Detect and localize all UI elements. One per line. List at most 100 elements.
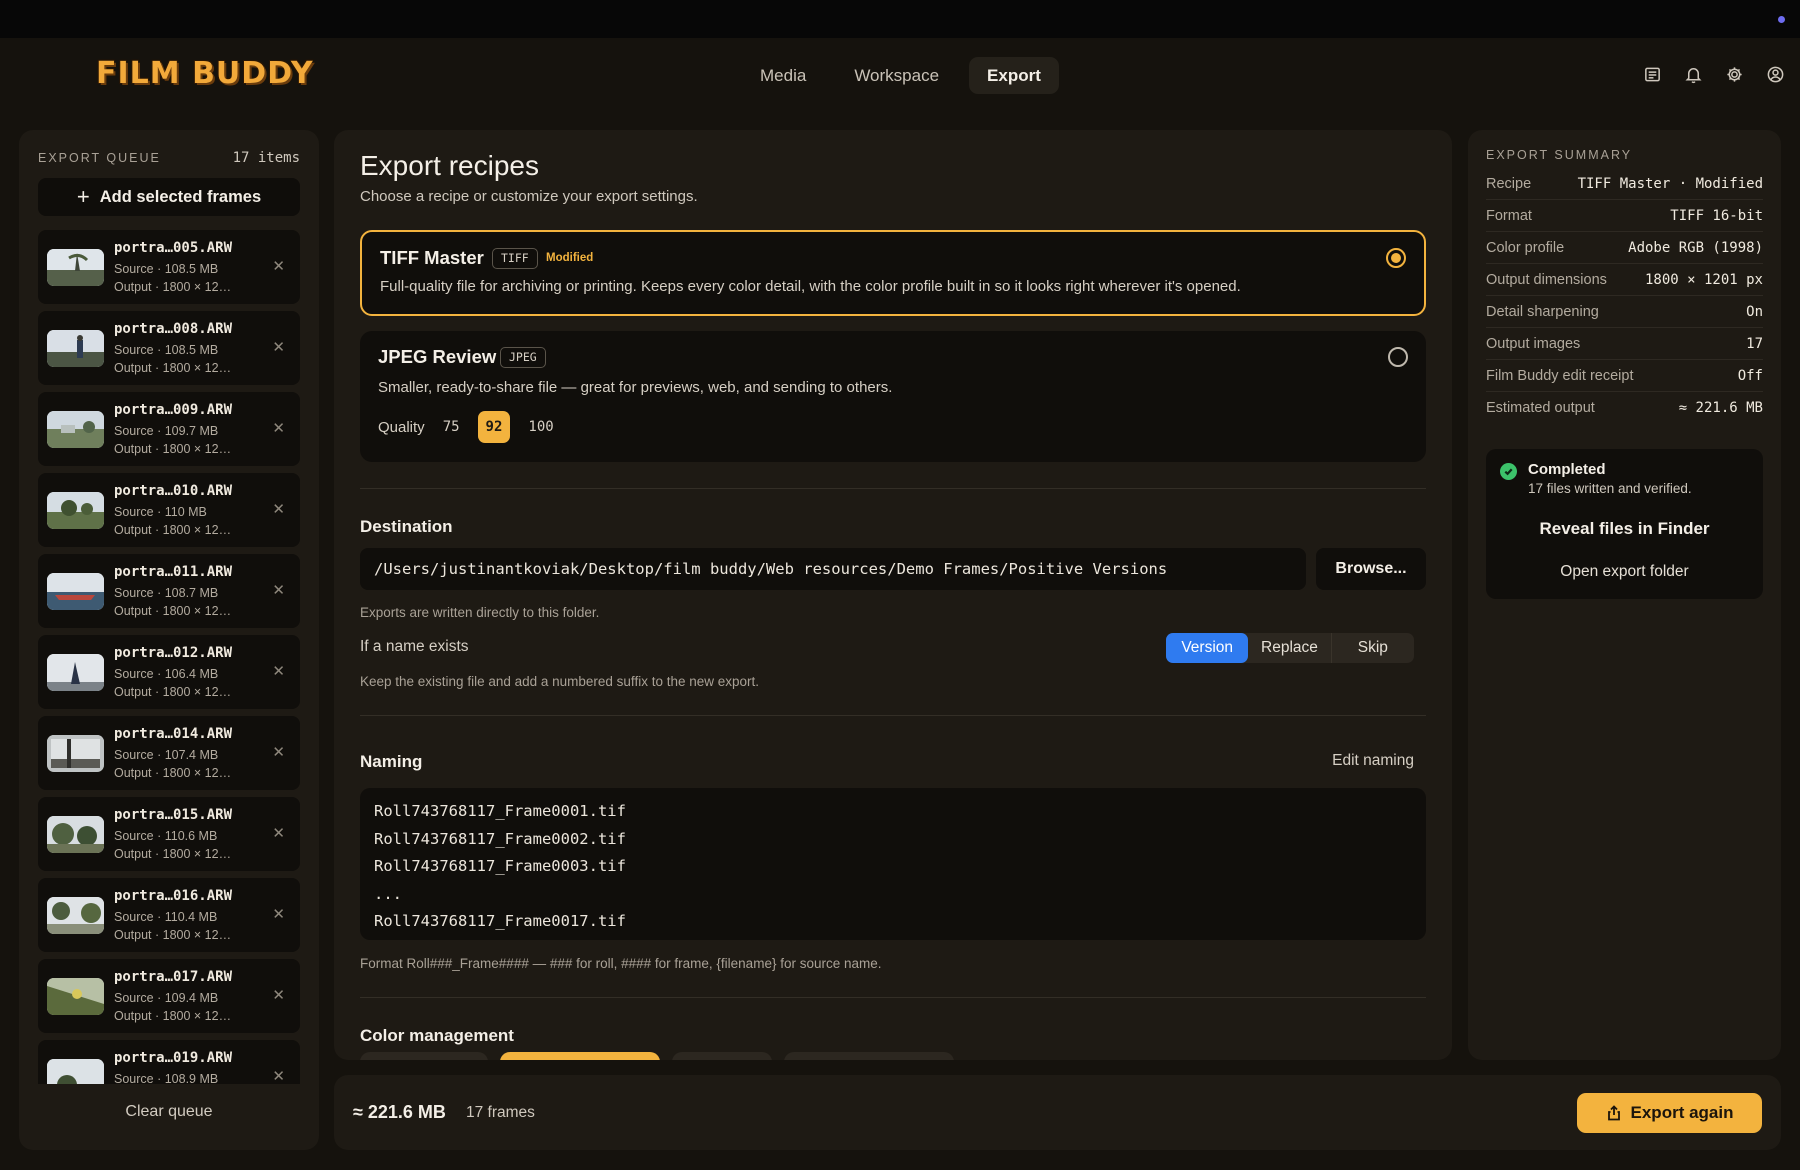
segment-skip[interactable]: Skip [1332, 633, 1414, 663]
list-item[interactable]: portra…009.ARW Source · 109.7 MB Output … [38, 392, 300, 466]
recipe-card-tiff-master[interactable]: TIFF Master TIFF Modified Full-quality f… [360, 230, 1426, 316]
summary-key: Detail sharpening [1486, 303, 1599, 320]
frame-thumbnail [47, 816, 104, 853]
queue-item-output: Output · 1800 × 12… [114, 442, 232, 456]
color-option[interactable] [784, 1052, 954, 1060]
plus-icon: + [76, 184, 90, 209]
reveal-in-finder-button[interactable]: Reveal files in Finder [1486, 519, 1763, 539]
color-option[interactable] [672, 1052, 772, 1060]
close-icon[interactable]: ✕ [272, 338, 285, 356]
queue-header: EXPORT QUEUE 17 items [38, 150, 300, 166]
queue-list[interactable]: portra…005.ARW Source · 108.5 MB Output … [38, 230, 300, 1084]
summary-key: Color profile [1486, 239, 1565, 256]
notes-icon[interactable] [1642, 64, 1663, 85]
list-item[interactable]: portra…015.ARW Source · 110.6 MB Output … [38, 797, 300, 871]
header-actions [1642, 64, 1786, 85]
close-icon[interactable]: ✕ [272, 824, 285, 842]
close-icon[interactable]: ✕ [272, 986, 285, 1004]
tab-media[interactable]: Media [742, 57, 824, 94]
segment-version[interactable]: Version [1166, 633, 1249, 663]
list-item[interactable]: portra…017.ARW Source · 109.4 MB Output … [38, 959, 300, 1033]
quality-option-75[interactable]: 75 [435, 411, 468, 443]
list-item[interactable]: portra…019.ARW Source · 108.9 MB ✕ [38, 1040, 300, 1084]
quality-selector: Quality 75 92 100 [378, 411, 562, 443]
page-subtitle: Choose a recipe or customize your export… [360, 188, 698, 205]
segment-replace[interactable]: Replace [1248, 633, 1332, 663]
naming-preview-line: Roll743768117_Frame0017.tif [374, 912, 626, 930]
quality-option-100[interactable]: 100 [520, 411, 561, 443]
bell-icon[interactable] [1683, 64, 1704, 85]
queue-item-output: Output · 1800 × 12… [114, 928, 232, 942]
recipe-title: TIFF Master [380, 247, 484, 268]
edit-naming-button[interactable]: Edit naming [1332, 752, 1414, 770]
frame-thumbnail [47, 411, 104, 448]
close-icon[interactable]: ✕ [272, 1067, 285, 1084]
list-item[interactable]: portra…012.ARW Source · 106.4 MB Output … [38, 635, 300, 709]
list-item[interactable]: portra…008.ARW Source · 108.5 MB Output … [38, 311, 300, 385]
summary-value: 1800 × 1201 px [1644, 271, 1763, 288]
quality-option-92[interactable]: 92 [477, 411, 511, 443]
recipe-card-jpeg-review[interactable]: JPEG Review JPEG Smaller, ready-to-share… [360, 331, 1426, 462]
frame-thumbnail [47, 654, 104, 691]
status-dot [1778, 16, 1785, 23]
close-icon[interactable]: ✕ [272, 257, 285, 275]
destination-path-field[interactable]: /Users/justinantkoviak/Desktop/film budd… [360, 548, 1306, 590]
queue-item-source: Source · 106.4 MB [114, 667, 219, 681]
close-icon[interactable]: ✕ [272, 743, 285, 761]
queue-item-name: portra…009.ARW [114, 402, 233, 418]
queue-item-output: Output · 1800 × 12… [114, 280, 232, 294]
divider [360, 488, 1426, 489]
share-icon [1607, 1105, 1620, 1121]
summary-row: Estimated output ≈ 221.6 MB [1486, 392, 1763, 424]
tab-export[interactable]: Export [969, 57, 1059, 94]
queue-item-name: portra…005.ARW [114, 240, 233, 256]
list-item[interactable]: portra…014.ARW Source · 107.4 MB Output … [38, 716, 300, 790]
divider [360, 997, 1426, 998]
list-item[interactable]: portra…011.ARW Source · 108.7 MB Output … [38, 554, 300, 628]
list-item[interactable]: portra…016.ARW Source · 110.4 MB Output … [38, 878, 300, 952]
queue-item-source: Source · 108.9 MB [114, 1072, 219, 1084]
close-icon[interactable]: ✕ [272, 500, 285, 518]
queue-item-source: Source · 108.5 MB [114, 262, 219, 276]
queue-item-output: Output · 1800 × 12… [114, 1009, 232, 1023]
summary-key: Output dimensions [1486, 271, 1607, 288]
tab-workspace[interactable]: Workspace [836, 57, 957, 94]
queue-title: EXPORT QUEUE [38, 151, 161, 165]
recipe-radio[interactable] [1386, 248, 1406, 268]
close-icon[interactable]: ✕ [272, 581, 285, 599]
queue-item-name: portra…015.ARW [114, 807, 233, 823]
summary-key: Format [1486, 207, 1532, 224]
close-icon[interactable]: ✕ [272, 905, 285, 923]
recipe-description: Full-quality file for archiving or print… [380, 278, 1241, 295]
queue-item-name: portra…010.ARW [114, 483, 233, 499]
browse-button[interactable]: Browse... [1316, 548, 1426, 590]
frame-thumbnail [47, 249, 104, 286]
color-option-selected[interactable] [500, 1052, 660, 1060]
list-item[interactable]: portra…010.ARW Source · 110 MB Output · … [38, 473, 300, 547]
main-nav: Media Workspace Export [742, 57, 1059, 94]
naming-preview-line: Roll743768117_Frame0002.tif [374, 829, 626, 848]
destination-note: Exports are written directly to this fol… [360, 605, 600, 620]
recipe-radio[interactable] [1388, 347, 1408, 367]
clear-queue-button[interactable]: Clear queue [19, 1103, 319, 1121]
queue-item-source: Source · 110 MB [114, 505, 207, 519]
export-again-button[interactable]: Export again [1577, 1093, 1762, 1133]
footer-frames: 17 frames [466, 1104, 535, 1121]
queue-item-output: Output · 1800 × 12… [114, 766, 232, 780]
color-option[interactable] [360, 1052, 488, 1060]
close-icon[interactable]: ✕ [272, 662, 285, 680]
close-icon[interactable]: ✕ [272, 419, 285, 437]
frame-thumbnail [47, 897, 104, 934]
queue-item-output: Output · 1800 × 12… [114, 847, 232, 861]
gear-icon[interactable] [1724, 64, 1745, 85]
export-status-card: Completed 17 files written and verified.… [1486, 449, 1763, 599]
queue-item-source: Source · 110.4 MB [114, 910, 218, 924]
list-item[interactable]: portra…005.ARW Source · 108.5 MB Output … [38, 230, 300, 304]
open-export-folder-button[interactable]: Open export folder [1486, 563, 1763, 581]
user-icon[interactable] [1765, 64, 1786, 85]
queue-item-source: Source · 108.5 MB [114, 343, 219, 357]
app-logo[interactable]: FILM BUDDY [96, 56, 314, 91]
add-selected-frames-button[interactable]: + Add selected frames [38, 178, 300, 216]
summary-value: 17 [1746, 335, 1763, 352]
recipe-description: Smaller, ready-to-share file — great for… [378, 379, 893, 396]
